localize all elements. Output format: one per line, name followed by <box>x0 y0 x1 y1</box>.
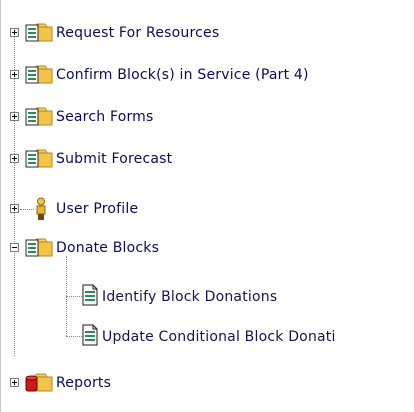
tree-node-donate-blocks[interactable]: Donate Blocks <box>0 236 300 260</box>
expand-toggle-icon[interactable] <box>10 154 19 163</box>
tree-node-submit-forecast[interactable]: Submit Forecast <box>0 147 300 171</box>
tree-leaf-update-conditional-block-donations[interactable]: Update Conditional Block Donati <box>0 324 414 348</box>
folder-form-icon <box>25 238 53 257</box>
tree-node-label[interactable]: Donate Blocks <box>56 240 159 256</box>
expand-toggle-icon[interactable] <box>10 70 19 79</box>
folder-reports-icon <box>25 373 53 392</box>
tree-node-confirm-blocks-in-service[interactable]: Confirm Block(s) in Service (Part 4) <box>0 63 410 87</box>
tree-node-label[interactable]: User Profile <box>56 201 138 217</box>
expand-toggle-icon[interactable] <box>10 204 19 213</box>
folder-form-icon <box>25 149 53 168</box>
expand-toggle-icon[interactable] <box>10 112 19 121</box>
tree-node-label[interactable]: Confirm Block(s) in Service (Part 4) <box>56 67 309 83</box>
folder-form-icon <box>25 65 53 84</box>
tree-node-request-for-resources[interactable]: Request For Resources <box>0 21 300 45</box>
folder-form-icon <box>25 107 53 126</box>
tree-node-search-forms[interactable]: Search Forms <box>0 105 300 129</box>
tree-leaf-label[interactable]: Update Conditional Block Donati <box>102 329 336 345</box>
tree-leaf-identify-block-donations[interactable]: Identify Block Donations <box>0 284 340 308</box>
tree-node-reports[interactable]: Reports <box>0 371 300 395</box>
expand-toggle-icon[interactable] <box>10 28 19 37</box>
tree-node-label[interactable]: Reports <box>56 375 111 391</box>
tree-node-label[interactable]: Submit Forecast <box>56 151 172 167</box>
folder-form-icon <box>25 23 53 42</box>
tree-node-label[interactable]: Search Forms <box>56 109 154 125</box>
collapse-toggle-icon[interactable] <box>10 243 19 252</box>
expand-toggle-icon[interactable] <box>10 378 19 387</box>
document-icon <box>82 284 98 306</box>
tree-node-label[interactable]: Request For Resources <box>56 25 219 41</box>
document-icon <box>82 324 98 346</box>
tree-node-user-profile[interactable]: User Profile <box>0 197 300 221</box>
user-icon <box>36 197 46 220</box>
tree-leaf-label[interactable]: Identify Block Donations <box>102 289 277 305</box>
navigation-tree: Request For Resources Confirm Block(s) i… <box>0 0 414 412</box>
